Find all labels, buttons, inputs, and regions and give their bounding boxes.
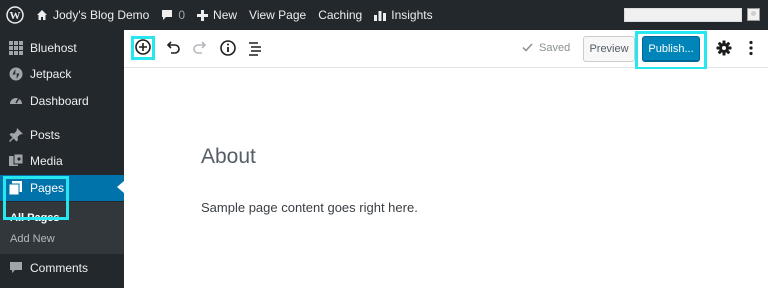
submenu-add-new[interactable]: Add New [10,233,55,245]
sidebar-item-label: Jetpack [30,67,72,81]
vertical-ellipsis-icon [748,40,754,59]
sidebar-item-dashboard[interactable]: Dashboard [0,89,124,113]
block-navigation-button[interactable] [244,38,266,60]
view-page-label: View Page [249,8,307,22]
page-title[interactable]: About [201,145,256,169]
undo-button[interactable] [162,38,184,60]
sidebar-item-label: Dashboard [30,94,89,108]
svg-text:W: W [10,10,21,22]
sidebar-item-bluehost[interactable]: Bluehost [0,36,124,60]
paragraph-block[interactable]: Sample page content goes right here. [201,200,418,215]
undo-icon [165,40,181,59]
caching-label: Caching [318,8,363,22]
caching-link[interactable]: Caching [312,0,368,30]
admin-sidebar: Bluehost Jetpack Dashboard Posts Media P… [0,30,124,288]
checkmark-icon [522,41,533,55]
bottom-edge [0,288,768,300]
submenu-highlight-box [3,176,69,220]
preview-button[interactable]: Preview [583,36,635,62]
sidebar-item-jetpack[interactable]: Jetpack [0,62,124,86]
editor-toolbar: Saved Preview Publish... [124,30,768,70]
wordpress-logo-icon[interactable]: W [0,0,30,30]
jetpack-icon [8,66,24,82]
admin-bar: W Jody's Blog Demo 0 New View Page Cachi… [0,0,768,30]
add-block-button[interactable] [131,36,155,60]
sidebar-item-media[interactable]: Media [0,149,124,173]
media-icon [8,153,24,169]
view-page-link[interactable]: View Page [243,0,312,30]
bar-chart-icon [374,9,387,21]
info-button[interactable] [217,38,239,60]
sidebar-item-comments[interactable]: Comments [0,256,124,280]
pin-icon [8,127,24,143]
redo-button[interactable] [189,38,211,60]
insights-label: Insights [391,8,433,22]
sidebar-item-label: Comments [30,261,89,275]
info-icon [220,39,236,59]
gear-icon [716,40,732,59]
comments-link[interactable]: 0 [155,0,191,30]
list-icon [247,40,263,59]
sidebar-item-label: Media [30,154,63,168]
search-field[interactable] [624,8,742,22]
new-content-link[interactable]: New [191,0,243,30]
insights-link[interactable]: Insights [368,0,438,30]
settings-button[interactable] [713,38,735,60]
plus-icon [197,9,209,21]
comment-icon [8,260,24,276]
comments-count: 0 [178,8,186,22]
sidebar-item-posts[interactable]: Posts [0,123,124,147]
saved-label: Saved [539,42,571,54]
editor-content: About Sample page content goes right her… [124,69,768,288]
more-options-button[interactable] [740,38,762,60]
grid-icon [8,40,24,56]
sidebar-item-label: Bluehost [30,41,77,55]
avatar[interactable] [747,8,760,21]
sidebar-item-label: Posts [30,128,61,142]
plus-circle-icon [135,38,151,58]
new-label: New [213,8,238,22]
dashboard-icon [8,93,24,109]
publish-button[interactable]: Publish... [642,36,700,62]
comment-icon [161,9,173,21]
site-name-link[interactable]: Jody's Blog Demo [30,0,155,30]
saved-status: Saved [522,41,570,55]
redo-icon [192,40,208,59]
home-icon [36,9,48,21]
site-name: Jody's Blog Demo [53,8,150,22]
